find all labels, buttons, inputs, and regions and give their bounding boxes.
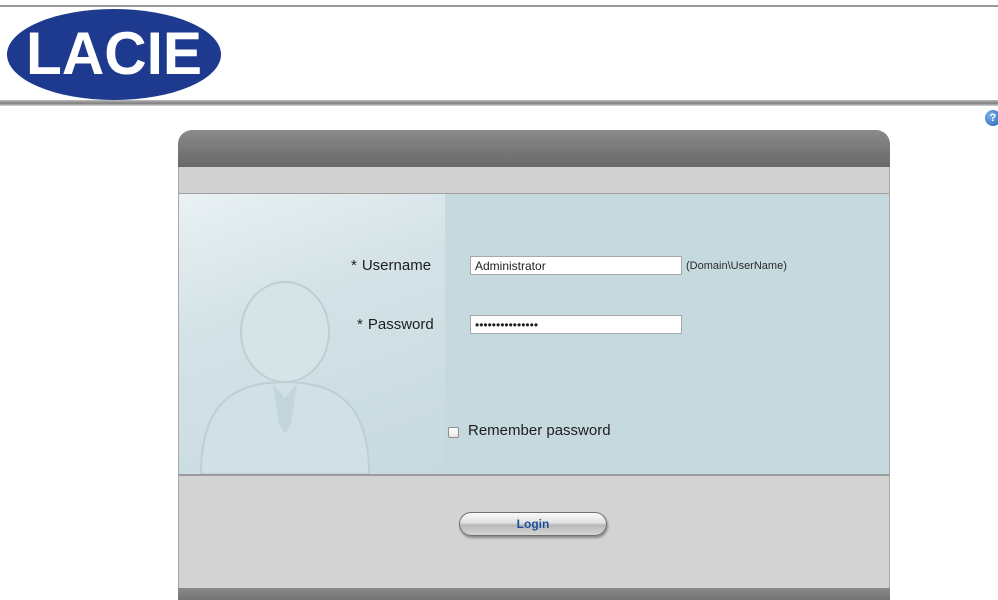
password-label-text: Password: [367, 316, 434, 333]
password-input[interactable]: [470, 315, 682, 334]
lacie-logo: LACIE: [7, 9, 221, 100]
username-label-text: Username: [361, 257, 432, 274]
login-page: LACIE ? *Username (Domain\UserName) *Pas…: [0, 0, 998, 600]
user-illustration-area: [179, 194, 445, 474]
remember-password-checkbox[interactable]: [448, 427, 459, 438]
login-form-area: *Username (Domain\UserName) *Password Re…: [178, 194, 890, 476]
required-marker: *: [357, 316, 363, 333]
username-label: * Username: [351, 257, 431, 274]
panel-header-bar: [178, 130, 890, 167]
user-silhouette-icon: [199, 281, 371, 474]
login-button[interactable]: Login: [459, 512, 607, 536]
required-marker: *: [351, 257, 357, 274]
header-divider: [0, 100, 998, 106]
password-label: * Password: [357, 316, 434, 333]
help-icon[interactable]: ?: [985, 110, 998, 126]
panel-bottom-bar: [178, 588, 890, 600]
top-divider: [0, 5, 998, 7]
remember-password-label: Remember password: [468, 422, 611, 439]
panel-title-strip: [178, 167, 890, 194]
username-input[interactable]: [470, 256, 682, 275]
logo-text: LACIE: [26, 20, 202, 87]
login-panel: *Username (Domain\UserName) *Password Re…: [178, 130, 890, 600]
username-hint: (Domain\UserName): [686, 260, 787, 272]
